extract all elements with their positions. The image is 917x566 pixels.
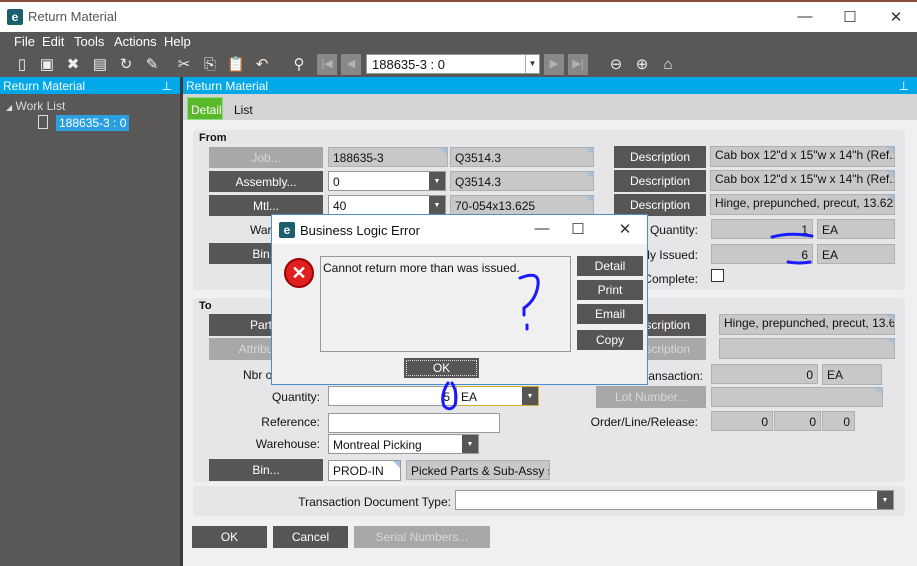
question-mark-annotation xyxy=(518,273,540,317)
underline-issued-annotation xyxy=(786,260,812,265)
annotation-layer xyxy=(441,232,814,411)
circle-quantity-annotation xyxy=(441,381,458,411)
underline-quantity-annotation xyxy=(770,232,814,239)
